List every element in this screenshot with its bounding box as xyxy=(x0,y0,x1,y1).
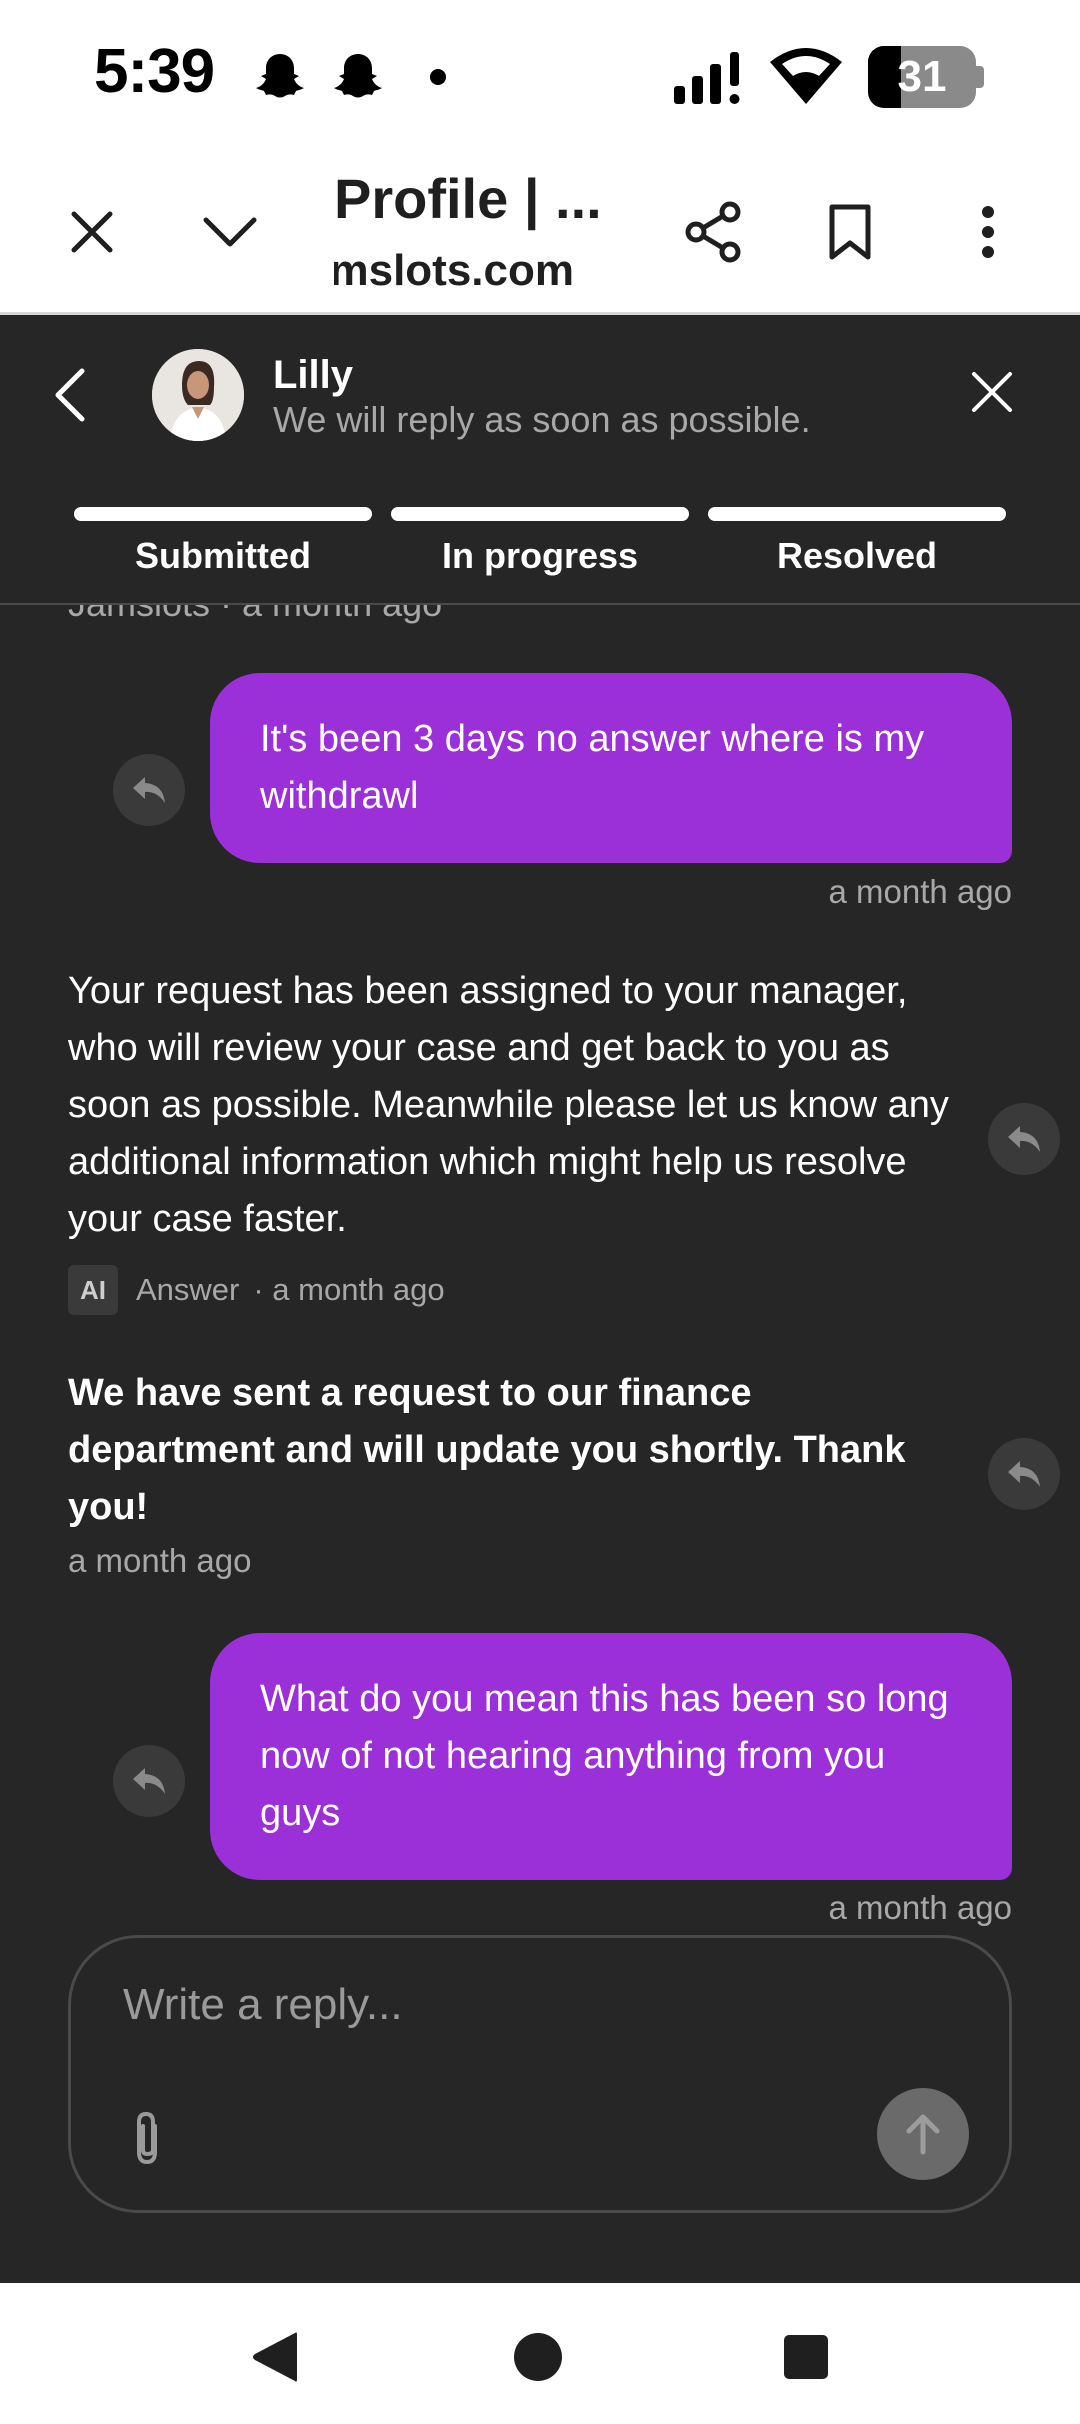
message-time: · a month ago xyxy=(253,1272,445,1307)
notification-dot-icon xyxy=(430,69,446,85)
user-message: It's been 3 days no answer where is my w… xyxy=(210,673,1012,863)
snapchat-ghost-icon xyxy=(334,54,382,98)
nav-home-button[interactable] xyxy=(488,2307,588,2407)
battery-level: 31 xyxy=(897,52,947,101)
agent-message: We have sent a request to our finance de… xyxy=(68,1372,906,1528)
reply-button[interactable] xyxy=(988,1103,1060,1175)
nav-back-button[interactable] xyxy=(224,2307,324,2407)
message-time: a month ago xyxy=(828,873,1012,910)
chevron-left-icon xyxy=(55,368,85,422)
reply-composer xyxy=(68,1935,1012,2213)
arrow-up-icon xyxy=(906,2114,940,2155)
step-submitted: Submitted xyxy=(74,507,372,577)
message-time: a month ago xyxy=(828,1889,1012,1926)
reply-button[interactable] xyxy=(113,1745,185,1817)
back-triangle-icon xyxy=(253,2332,297,2382)
reply-button[interactable] xyxy=(113,754,185,826)
bookmark-button[interactable] xyxy=(810,192,890,272)
agent-status: We will reply as soon as possible. xyxy=(273,399,811,440)
message-time: a month ago xyxy=(68,1542,252,1579)
sender-label: Answer xyxy=(136,1272,240,1307)
signal-icon xyxy=(674,52,740,104)
recents-square-icon xyxy=(784,2335,828,2379)
paperclip-icon xyxy=(137,2111,157,2165)
chat-back-button[interactable] xyxy=(50,365,110,445)
step-label: In progress xyxy=(441,535,639,576)
send-button[interactable] xyxy=(877,2088,969,2180)
step-label: Resolved xyxy=(776,535,938,576)
reply-input[interactable] xyxy=(123,1980,923,2030)
reply-button[interactable] xyxy=(988,1438,1060,1510)
status-time: 5:39 xyxy=(94,37,215,106)
chat-close-button[interactable] xyxy=(970,370,1030,430)
agent-message: Your request has been assigned to your m… xyxy=(68,970,949,1240)
user-message: What do you mean this has been so long n… xyxy=(210,1633,1012,1880)
share-icon xyxy=(685,201,741,263)
ai-badge: AI xyxy=(68,1265,118,1315)
page-url[interactable]: Jamslots.com xyxy=(334,246,574,296)
wifi-icon xyxy=(770,48,842,104)
browser-toolbar: Profile | ... Jamslots.com xyxy=(0,150,1080,315)
bookmark-icon xyxy=(829,204,871,260)
step-in-progress: In progress xyxy=(391,507,689,577)
attach-button[interactable] xyxy=(127,2108,183,2174)
chat-panel: Lilly We will reply as soon as possible.… xyxy=(0,315,1080,2283)
share-button[interactable] xyxy=(674,192,754,272)
step-resolved: Resolved xyxy=(708,507,1006,577)
chat-header: Lilly We will reply as soon as possible.… xyxy=(0,315,1080,605)
more-options-button[interactable] xyxy=(948,192,1028,272)
close-tab-button[interactable] xyxy=(52,192,132,272)
status-bar: 5:39 31 xyxy=(0,0,1080,150)
home-circle-icon xyxy=(514,2333,562,2381)
agent-avatar xyxy=(152,349,244,441)
reply-icon xyxy=(133,1768,165,1794)
chevron-down-icon xyxy=(203,217,257,247)
step-label: Submitted xyxy=(135,535,311,576)
agent-name: Lilly xyxy=(273,353,354,397)
minimize-button[interactable] xyxy=(190,192,270,272)
more-vert-icon xyxy=(982,206,994,258)
reply-icon xyxy=(133,777,165,803)
page-title[interactable]: Profile | ... xyxy=(334,166,602,231)
message-meta: AI Answer · a month ago xyxy=(68,1265,445,1315)
reply-icon xyxy=(1008,1126,1040,1152)
close-icon xyxy=(972,372,1012,412)
close-icon xyxy=(71,211,113,253)
battery-icon: 31 xyxy=(868,46,984,108)
reply-icon xyxy=(1008,1461,1040,1487)
system-nav-bar xyxy=(0,2283,1080,2424)
snapchat-ghost-icon xyxy=(256,54,304,98)
nav-recents-button[interactable] xyxy=(756,2307,856,2407)
